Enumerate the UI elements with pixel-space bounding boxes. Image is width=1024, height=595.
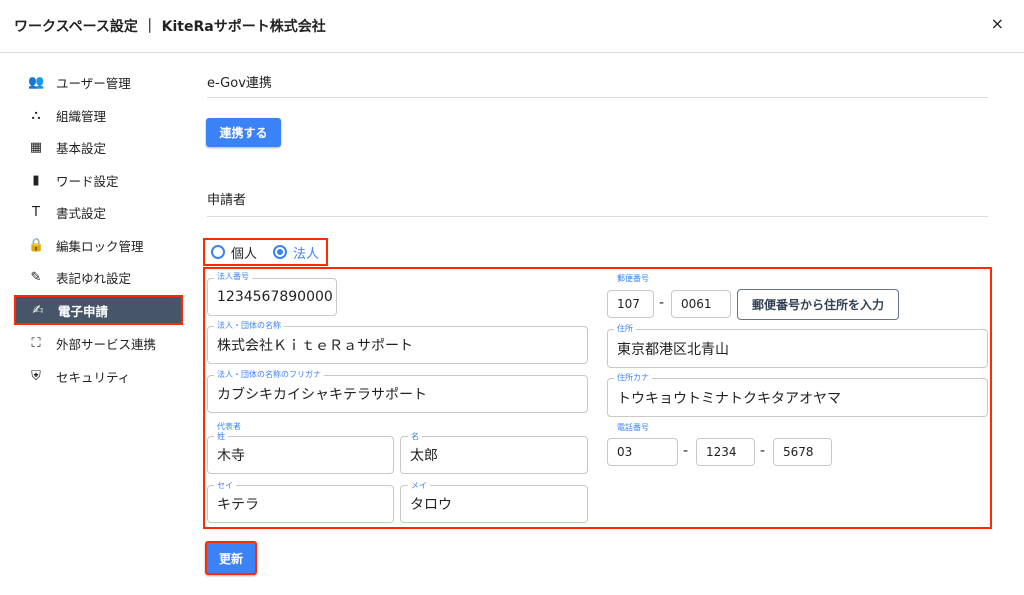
- address-label: 住所: [614, 323, 636, 334]
- divider: [207, 216, 988, 217]
- radio-corporate-label[interactable]: 法人: [293, 243, 319, 262]
- egov-connect-button[interactable]: 連携する: [206, 118, 281, 147]
- phone-part1-input[interactable]: 03: [607, 438, 678, 466]
- phone-separator: -: [683, 443, 688, 459]
- book-icon: ▮: [28, 173, 44, 188]
- divider: [207, 97, 988, 98]
- address-input[interactable]: 東京都港区北青山: [607, 329, 988, 368]
- postal-part1-input[interactable]: 107: [607, 290, 654, 318]
- sidebar-item-6[interactable]: ✎ 表記ゆれ設定: [14, 262, 183, 292]
- shield-icon: ⛨: [28, 369, 44, 384]
- sidebar-item-label: 編集ロック管理: [56, 236, 144, 255]
- dialog-title: ワークスペース設定 ｜ KiteRaサポート株式会社: [14, 16, 326, 36]
- first-name-label: 名: [408, 431, 422, 442]
- last-name-input[interactable]: 木寺: [207, 436, 394, 474]
- sidebar-item-8[interactable]: ⛶ 外部サービス連携: [14, 328, 183, 358]
- lock-icon: 🔒: [28, 238, 44, 253]
- phone-part3-input[interactable]: 5678: [773, 438, 832, 466]
- sidebar-item-label: 電子申請: [58, 301, 108, 320]
- sidebar-item-7[interactable]: ✍ 電子申請: [14, 295, 183, 325]
- postal-separator: -: [659, 295, 664, 311]
- text-format-icon: T: [28, 205, 44, 220]
- sidebar-item-label: 書式設定: [56, 203, 106, 222]
- sidebar-item-label: セキュリティ: [56, 367, 130, 386]
- sidebar-item-2[interactable]: ▦ 基本設定: [14, 132, 183, 162]
- pencil-icon: ✎: [28, 270, 44, 285]
- radio-individual[interactable]: [211, 245, 225, 259]
- address-kana-label: 住所カナ: [614, 372, 652, 383]
- sidebar-item-label: 基本設定: [56, 138, 106, 157]
- sidebar-item-4[interactable]: T 書式設定: [14, 197, 183, 227]
- postal-part2-input[interactable]: 0061: [671, 290, 731, 318]
- applicant-section-title: 申請者: [207, 189, 246, 208]
- corp-name-label: 法人・団体の名称: [214, 320, 284, 331]
- update-button[interactable]: 更新: [205, 541, 257, 575]
- phone-part2-input[interactable]: 1234: [696, 438, 755, 466]
- radio-individual-label[interactable]: 個人: [231, 243, 257, 262]
- sidebar-item-5[interactable]: 🔒 編集ロック管理: [14, 230, 183, 260]
- phone-separator: -: [760, 443, 765, 459]
- address-kana-input[interactable]: トウキョウトミナトクキタアオヤマ: [607, 378, 988, 417]
- last-kana-label: セイ: [214, 480, 236, 491]
- last-name-label: 姓: [214, 431, 228, 442]
- users-icon: 👥: [28, 75, 44, 90]
- postal-lookup-button[interactable]: 郵便番号から住所を入力: [737, 289, 899, 320]
- sitemap-icon: ⛶: [28, 336, 44, 351]
- org-chart-icon: ⛬: [28, 108, 44, 123]
- egov-section-title: e-Gov連携: [207, 72, 272, 91]
- sidebar-item-label: 表記ゆれ設定: [56, 268, 131, 287]
- sidebar-item-3[interactable]: ▮ ワード設定: [14, 165, 183, 195]
- header-divider: [0, 52, 1024, 53]
- sidebar-item-1[interactable]: ⛬ 組織管理: [14, 100, 183, 130]
- corp-number-input[interactable]: 1234567890000: [207, 278, 337, 316]
- sidebar-item-9[interactable]: ⛨ セキュリティ: [14, 361, 183, 391]
- sidebar-item-label: 組織管理: [56, 106, 106, 125]
- close-icon[interactable]: ×: [991, 14, 1004, 33]
- e-application-icon: ✍: [30, 303, 46, 318]
- corp-kana-input[interactable]: カブシキカイシャキテラサポート: [207, 375, 588, 413]
- sidebar-item-label: 外部サービス連携: [56, 334, 156, 353]
- phone-label: 電話番号: [614, 422, 652, 433]
- building-icon: ▦: [28, 140, 44, 155]
- corp-number-label: 法人番号: [214, 271, 252, 282]
- applicant-type-radio-group: 個人 法人: [203, 238, 328, 266]
- postal-label: 郵便番号: [614, 273, 652, 284]
- first-kana-label: メイ: [408, 480, 430, 491]
- corp-kana-label: 法人・団体の名称のフリガナ: [214, 369, 324, 380]
- radio-corporate[interactable]: [273, 245, 287, 259]
- first-name-input[interactable]: 太郎: [400, 436, 588, 474]
- sidebar-item-label: ワード設定: [56, 171, 119, 190]
- sidebar-item-0[interactable]: 👥 ユーザー管理: [14, 67, 183, 97]
- corp-name-input[interactable]: 株式会社ＫｉｔｅＲａサポート: [207, 326, 588, 364]
- sidebar-item-label: ユーザー管理: [56, 73, 131, 92]
